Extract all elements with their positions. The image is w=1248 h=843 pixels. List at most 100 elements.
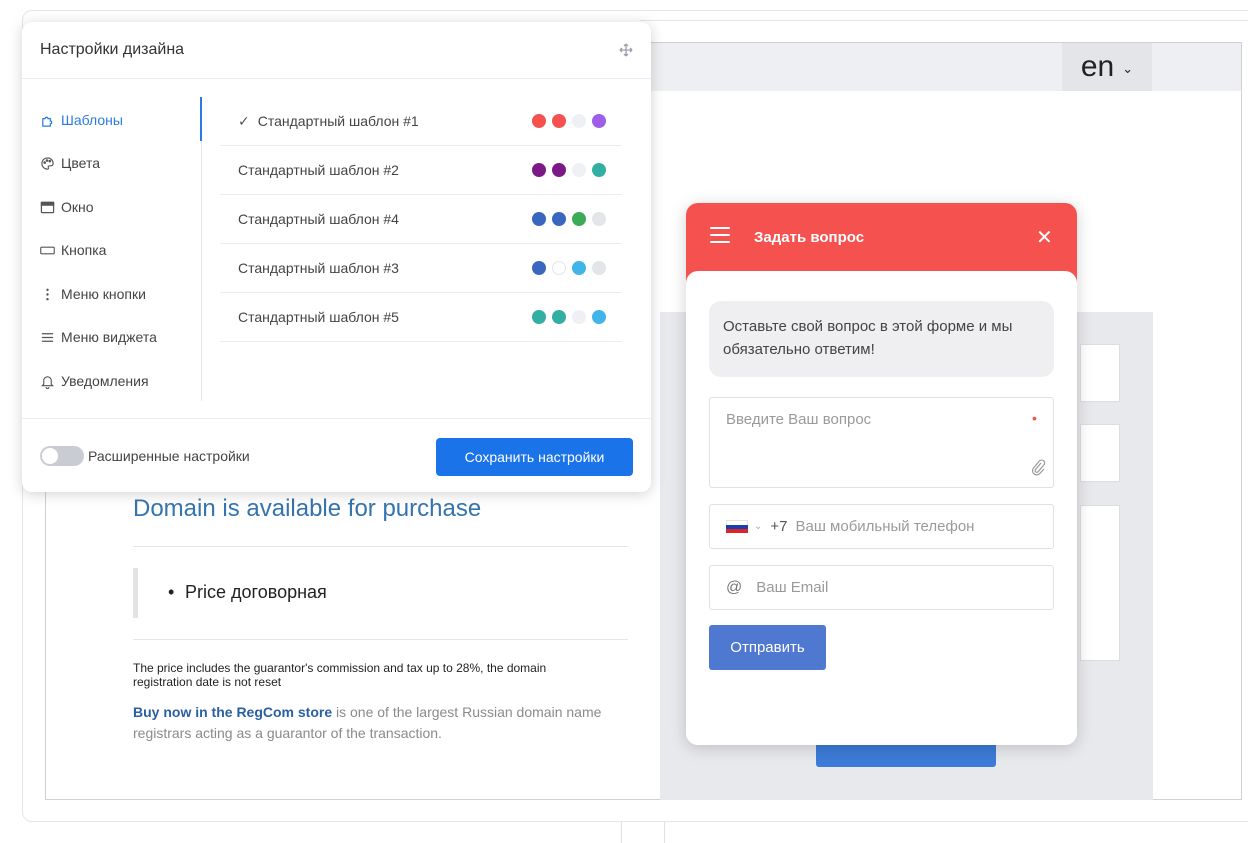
- close-icon[interactable]: ✕: [1036, 225, 1053, 250]
- at-icon: @: [726, 578, 743, 596]
- question-field[interactable]: Введите Ваш вопрос •: [709, 397, 1054, 488]
- divider: [133, 546, 628, 547]
- domain-title: Domain is available for purchase: [133, 495, 482, 522]
- template-list: ✓ Стандартный шаблон #1 Стандартный шабл…: [220, 97, 622, 342]
- price-item: Price договорная: [168, 582, 327, 603]
- puzzle-icon: [42, 116, 53, 127]
- template-name: Стандартный шаблон #1: [257, 113, 419, 129]
- color-swatch: [552, 261, 566, 275]
- buy-link[interactable]: Buy now in the RegCom store: [133, 704, 332, 720]
- hamburger-icon[interactable]: [710, 227, 730, 245]
- color-swatch: [592, 261, 606, 275]
- design-settings-panel: Настройки дизайна Шаблоны Цвета Окно Кно…: [22, 22, 651, 492]
- nav-item-window[interactable]: Окно: [40, 197, 94, 217]
- color-swatch: [532, 310, 546, 324]
- color-swatches: [532, 261, 606, 275]
- template-row[interactable]: Стандартный шаблон #3: [220, 244, 622, 293]
- template-name: Стандартный шаблон #3: [238, 260, 399, 276]
- color-swatch: [592, 212, 606, 226]
- color-swatch: [572, 114, 586, 128]
- widget-body: Оставьте свой вопрос в этой форме и мы о…: [686, 271, 1077, 745]
- color-swatch: [552, 163, 566, 177]
- color-swatch: [552, 212, 566, 226]
- widget-title: Задать вопрос: [754, 229, 865, 246]
- nav-item-button[interactable]: Кнопка: [40, 240, 106, 260]
- email-placeholder: Ваш Email: [756, 579, 829, 596]
- submit-button[interactable]: Отправить: [709, 625, 826, 670]
- move-icon[interactable]: [619, 43, 633, 57]
- fine-print: The price includes the guarantor's commi…: [133, 661, 547, 689]
- template-name: Стандартный шаблон #5: [238, 309, 399, 325]
- buy-paragraph: Buy now in the RegCom store is one of th…: [133, 702, 628, 744]
- color-swatch: [532, 114, 546, 128]
- phone-field[interactable]: ⌄ +7 Ваш мобильный телефон: [709, 504, 1054, 549]
- color-swatch: [572, 212, 586, 226]
- nav-item-label: Меню виджета: [61, 329, 157, 345]
- form-field-bg: [1080, 424, 1120, 482]
- color-swatch: [572, 163, 586, 177]
- template-row[interactable]: Стандартный шаблон #5: [220, 293, 622, 342]
- form-field-bg: [1080, 505, 1120, 661]
- template-row[interactable]: Стандартный шаблон #2: [220, 146, 622, 195]
- color-swatch: [592, 114, 606, 128]
- template-name: Стандартный шаблон #4: [238, 211, 399, 227]
- button-icon: [40, 246, 55, 254]
- nav-item-templates[interactable]: Шаблоны: [40, 110, 123, 130]
- color-swatches: [532, 310, 606, 324]
- nav-item-button-menu[interactable]: Меню кнопки: [40, 284, 146, 304]
- email-field[interactable]: @ Ваш Email: [709, 565, 1054, 610]
- phone-code: +7: [770, 518, 788, 535]
- nav-active-indicator: [200, 97, 202, 141]
- color-swatch: [532, 261, 546, 275]
- language-select[interactable]: en ⌄: [1062, 43, 1152, 91]
- color-swatch: [532, 212, 546, 226]
- page-button[interactable]: [816, 745, 996, 767]
- blockquote-bar: [133, 568, 138, 618]
- color-swatch: [592, 163, 606, 177]
- divider: [664, 822, 665, 843]
- language-value: en: [1080, 50, 1115, 83]
- save-settings-button[interactable]: Сохранить настройки: [436, 438, 633, 476]
- nav-item-label: Шаблоны: [61, 112, 123, 128]
- settings-footer: Расширенные настройки Сохранить настройк…: [22, 418, 651, 492]
- nav-item-widget-menu[interactable]: Меню виджета: [40, 327, 157, 347]
- nav-item-label: Кнопка: [61, 242, 107, 258]
- nav-item-label: Окно: [61, 199, 94, 215]
- message-bubble: Оставьте свой вопрос в этой форме и мы о…: [709, 301, 1054, 377]
- divider: [133, 639, 628, 640]
- template-label: ✓ Стандартный шаблон #1: [238, 113, 419, 130]
- divider: [640, 20, 1248, 21]
- color-swatches: [532, 163, 606, 177]
- window-icon: [40, 201, 55, 213]
- template-row[interactable]: Стандартный шаблон #4: [220, 195, 622, 244]
- chevron-down-icon: ⌄: [1122, 61, 1134, 76]
- divider: [621, 822, 622, 843]
- hamburger-icon: [41, 332, 54, 342]
- paperclip-icon[interactable]: [1030, 458, 1046, 476]
- settings-title: Настройки дизайна: [40, 41, 185, 58]
- color-swatch: [572, 261, 586, 275]
- nav-item-notifications[interactable]: Уведомления: [40, 371, 149, 391]
- vertical-dots-icon: [46, 288, 49, 300]
- advanced-settings-label: Расширенные настройки: [88, 448, 250, 464]
- color-swatches: [532, 212, 606, 226]
- template-row[interactable]: ✓ Стандартный шаблон #1: [220, 97, 622, 146]
- russia-flag-icon[interactable]: [726, 519, 748, 534]
- advanced-settings-toggle[interactable]: [40, 446, 84, 466]
- required-mark: •: [1032, 410, 1037, 426]
- chat-widget: Задать вопрос ✕ Оставьте свой вопрос в э…: [686, 203, 1077, 745]
- chevron-down-icon[interactable]: ⌄: [754, 521, 762, 532]
- nav-item-colors[interactable]: Цвета: [40, 153, 100, 173]
- palette-icon: [41, 156, 54, 170]
- question-placeholder: Введите Ваш вопрос: [726, 411, 872, 428]
- template-name: Стандартный шаблон #2: [238, 162, 399, 178]
- bell-icon: [40, 375, 55, 389]
- phone-placeholder: Ваш мобильный телефон: [795, 518, 975, 535]
- check-icon: ✓: [238, 112, 250, 129]
- settings-header: Настройки дизайна: [22, 22, 651, 79]
- nav-item-label: Меню кнопки: [61, 286, 146, 302]
- color-swatch: [552, 310, 566, 324]
- nav-item-label: Цвета: [61, 155, 100, 171]
- color-swatch: [552, 114, 566, 128]
- color-swatch: [532, 163, 546, 177]
